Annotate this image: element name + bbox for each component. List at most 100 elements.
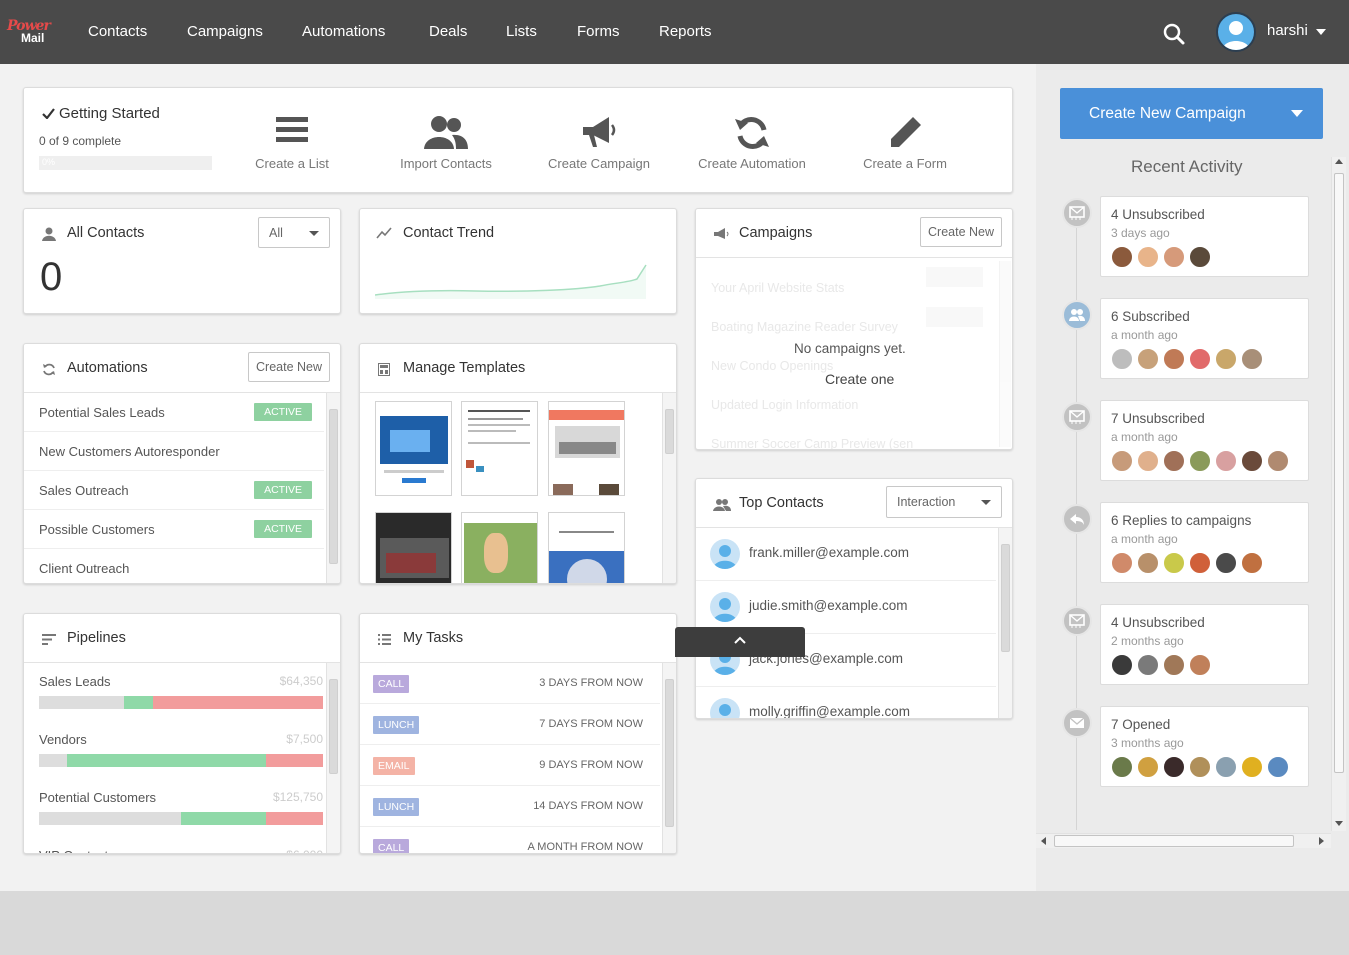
template-thumb[interactable] [461, 512, 538, 583]
contact-avatar[interactable] [1137, 552, 1159, 574]
contact-avatar[interactable] [1111, 756, 1133, 778]
arrow-right-icon[interactable] [1319, 837, 1324, 845]
task-row[interactable]: LUNCH 7 DAYS FROM NOW [360, 704, 660, 745]
contact-avatar[interactable] [1215, 348, 1237, 370]
templates-scrollbar[interactable] [662, 393, 676, 583]
contact-avatar[interactable] [1111, 348, 1133, 370]
contact-avatar[interactable] [1111, 246, 1133, 268]
template-thumb[interactable] [461, 401, 538, 496]
contact-avatar[interactable] [1137, 348, 1159, 370]
brand-logo[interactable]: Power Mail [7, 18, 59, 48]
contact-avatar[interactable] [1241, 756, 1263, 778]
template-thumb[interactable] [375, 401, 452, 496]
tasks-scrollbar[interactable] [662, 663, 676, 853]
create-automation-action[interactable]: Create Automation [682, 113, 822, 173]
task-row[interactable]: CALL A MONTH FROM NOW [360, 827, 660, 853]
arrow-up-icon[interactable] [1335, 159, 1343, 164]
user-avatar[interactable] [1216, 12, 1256, 52]
contact-avatar[interactable] [1111, 552, 1133, 574]
activity-card[interactable]: 6 Replies to campaigns a month ago [1100, 502, 1309, 583]
activity-scrollbar[interactable] [1331, 157, 1346, 831]
user-name[interactable]: harshi [1267, 22, 1308, 39]
activity-card[interactable]: 7 Unsubscribed a month ago [1100, 400, 1309, 481]
create-new-campaign-button[interactable]: Create New Campaign [1060, 88, 1323, 139]
create-list-action[interactable]: Create a List [222, 113, 362, 173]
activity-card[interactable]: 7 Opened 3 months ago [1100, 706, 1309, 787]
scroll-thumb[interactable] [329, 679, 338, 774]
top-contacts-scrollbar[interactable] [998, 528, 1012, 718]
contact-avatar[interactable] [1215, 552, 1237, 574]
contact-avatar[interactable] [1189, 756, 1211, 778]
arrow-left-icon[interactable] [1041, 837, 1046, 845]
task-row[interactable]: LUNCH 14 DAYS FROM NOW [360, 786, 660, 827]
create-campaign-button[interactable]: Create New [920, 217, 1002, 247]
pipelines-scrollbar[interactable] [326, 663, 340, 853]
scroll-thumb[interactable] [329, 409, 338, 564]
nav-reports[interactable]: Reports [659, 23, 712, 40]
task-row[interactable]: CALL 3 DAYS FROM NOW [360, 663, 660, 704]
contact-avatar[interactable] [1267, 450, 1289, 472]
scroll-top-button[interactable] [675, 627, 805, 657]
automation-row[interactable]: Client Outreach [24, 549, 324, 583]
contact-avatar[interactable] [1215, 756, 1237, 778]
contact-avatar[interactable] [1137, 654, 1159, 676]
scroll-thumb[interactable] [1054, 835, 1294, 847]
contact-avatar[interactable] [1189, 654, 1211, 676]
contact-avatar[interactable] [1137, 450, 1159, 472]
contact-row[interactable]: molly.griffin@example.com [696, 687, 996, 718]
contacts-filter-select[interactable]: All [258, 217, 330, 248]
nav-deals[interactable]: Deals [429, 23, 467, 40]
automation-row[interactable]: Sales Outreach ACTIVE [24, 471, 324, 510]
contact-avatar[interactable] [1189, 552, 1211, 574]
contact-avatar[interactable] [1137, 756, 1159, 778]
contact-avatar[interactable] [1111, 654, 1133, 676]
activity-card[interactable]: 6 Subscribed a month ago [1100, 298, 1309, 379]
contact-avatar[interactable] [1137, 246, 1159, 268]
horizontal-scrollbar[interactable] [1036, 833, 1331, 848]
campaigns-scrollbar[interactable] [999, 261, 1011, 447]
contact-avatar[interactable] [1189, 348, 1211, 370]
contact-avatar[interactable] [1163, 450, 1185, 472]
nav-automations[interactable]: Automations [302, 23, 385, 40]
chevron-down-icon[interactable] [1291, 110, 1303, 117]
create-one-link[interactable]: Create one [825, 371, 894, 387]
nav-forms[interactable]: Forms [577, 23, 620, 40]
create-form-action[interactable]: Create a Form [835, 113, 975, 173]
activity-card[interactable]: 4 Unsubscribed 3 days ago [1100, 196, 1309, 277]
nav-contacts[interactable]: Contacts [88, 23, 147, 40]
scroll-thumb[interactable] [665, 409, 674, 454]
contact-row[interactable]: frank.miller@example.com [696, 528, 996, 581]
task-row[interactable]: EMAIL 9 DAYS FROM NOW [360, 745, 660, 786]
automation-row[interactable]: Potential Sales Leads ACTIVE [24, 393, 324, 432]
contact-avatar[interactable] [1163, 756, 1185, 778]
template-thumb[interactable] [548, 512, 625, 583]
scroll-thumb[interactable] [1334, 173, 1344, 773]
top-contacts-filter-select[interactable]: Interaction [886, 486, 1002, 518]
contact-avatar[interactable] [1189, 246, 1211, 268]
template-thumb[interactable] [375, 512, 452, 583]
contact-avatar[interactable] [1163, 246, 1185, 268]
contact-avatar[interactable] [1267, 756, 1289, 778]
contact-avatar[interactable] [1241, 348, 1263, 370]
create-campaign-action[interactable]: Create Campaign [529, 113, 669, 173]
template-thumb[interactable] [548, 401, 625, 496]
search-icon[interactable] [1162, 22, 1186, 46]
contact-avatar[interactable] [1241, 450, 1263, 472]
nav-lists[interactable]: Lists [506, 23, 537, 40]
nav-campaigns[interactable]: Campaigns [187, 23, 263, 40]
contact-avatar[interactable] [1189, 450, 1211, 472]
activity-card[interactable]: 4 Unsubscribed 2 months ago [1100, 604, 1309, 685]
automation-row[interactable]: New Customers Autoresponder [24, 432, 324, 471]
scroll-thumb[interactable] [1001, 544, 1010, 652]
chevron-down-icon[interactable] [1316, 29, 1326, 35]
contact-avatar[interactable] [1215, 450, 1237, 472]
scroll-thumb[interactable] [665, 679, 674, 827]
contact-avatar[interactable] [1111, 450, 1133, 472]
import-contacts-action[interactable]: Import Contacts [376, 113, 516, 173]
create-automation-button[interactable]: Create New [248, 352, 330, 382]
contact-avatar[interactable] [1241, 552, 1263, 574]
contact-avatar[interactable] [1163, 552, 1185, 574]
contact-avatar[interactable] [1163, 654, 1185, 676]
automation-row[interactable]: Possible Customers ACTIVE [24, 510, 324, 549]
contact-avatar[interactable] [1163, 348, 1185, 370]
